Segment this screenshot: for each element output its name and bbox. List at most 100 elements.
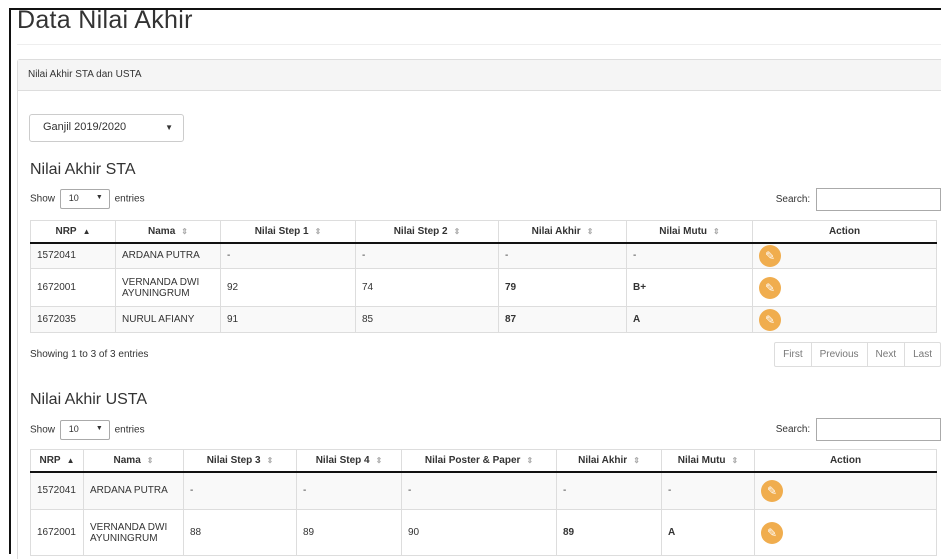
usta-col-action: Action <box>754 449 937 473</box>
cell-nrp: 1672001 <box>30 509 84 556</box>
edit-pencil-icon[interactable]: ✎ <box>761 479 783 502</box>
sort-icon: ⇕ <box>453 226 461 236</box>
cell-action: ✎ <box>752 306 937 333</box>
cell-action: ✎ <box>754 471 937 510</box>
sta-col-mutu[interactable]: Nilai Mutu ⇕ <box>626 220 753 244</box>
sort-icon: ⇕ <box>586 226 594 236</box>
cell-step2: - <box>355 242 499 269</box>
usta-entries-select[interactable]: 10 ▼ <box>59 420 110 440</box>
cell-mutu: - <box>626 242 753 269</box>
panel-heading: Nilai Akhir STA dan USTA <box>18 60 941 91</box>
sort-asc-icon: ▲ <box>66 455 75 465</box>
usta-section-title: Nilai Akhir USTA <box>30 391 148 408</box>
usta-col-poster[interactable]: Nilai Poster & Paper ⇕ <box>401 449 557 473</box>
cell-nrp: 1572041 <box>30 471 84 510</box>
sort-icon: ⇕ <box>633 455 640 465</box>
sta-col-step1[interactable]: Nilai Step 1 ⇕ <box>220 220 356 244</box>
cell-step3: 88 <box>183 509 297 556</box>
cell-mutu: A <box>661 509 755 556</box>
edit-pencil-icon[interactable]: ✎ <box>759 308 781 331</box>
pager-next-button[interactable]: Next <box>866 343 905 366</box>
sta-search-control: Search: <box>776 188 941 211</box>
cell-step3: - <box>183 471 297 510</box>
window-frame-left <box>9 8 11 554</box>
table-row: 1572041 ARDANA PUTRA - - - - - ✎ <box>30 471 937 510</box>
semester-select-value: Ganjil 2019/2020 <box>43 121 127 133</box>
table-row: 1672035 NURUL AFIANY 91 85 87 A ✎ <box>30 306 937 333</box>
usta-col-akhir[interactable]: Nilai Akhir ⇕ <box>556 449 662 473</box>
semester-select[interactable]: Ganjil 2019/2020 ▼ <box>29 114 184 142</box>
usta-col-mutu[interactable]: Nilai Mutu ⇕ <box>661 449 755 473</box>
table-row: 1572041 ARDANA PUTRA - - - - ✎ <box>30 242 937 269</box>
sta-table-info: Showing 1 to 3 of 3 entries <box>30 349 149 360</box>
cell-akhir: 87 <box>498 306 627 333</box>
sort-asc-icon: ▲ <box>82 226 91 236</box>
sort-icon: ⇕ <box>731 455 739 465</box>
cell-mutu: - <box>661 471 755 510</box>
cell-nrp: 1572041 <box>30 242 116 269</box>
sta-col-action: Action <box>752 220 937 244</box>
cell-step4: 89 <box>296 509 402 556</box>
usta-search-input[interactable] <box>816 418 941 441</box>
sta-pagination: First Previous Next Last <box>774 342 941 367</box>
pager-previous-button[interactable]: Previous <box>810 343 867 366</box>
sta-col-nrp[interactable]: NRP ▲ <box>30 220 116 244</box>
pager-last-button[interactable]: Last <box>904 343 940 366</box>
usta-entries-value: 10 <box>68 424 79 434</box>
cell-action: ✎ <box>752 268 937 307</box>
sta-col-step2[interactable]: Nilai Step 2 ⇕ <box>355 220 499 244</box>
cell-step2: 85 <box>355 306 499 333</box>
title-divider <box>17 44 941 45</box>
cell-akhir: - <box>556 471 662 510</box>
cell-poster: 90 <box>401 509 557 556</box>
chevron-down-icon: ▼ <box>165 123 173 132</box>
usta-col-step4[interactable]: Nilai Step 4 ⇕ <box>296 449 402 473</box>
sta-entries-value: 10 <box>68 193 79 203</box>
sort-icon: ⇕ <box>266 455 274 465</box>
sta-col-nama[interactable]: Nama ⇕ <box>115 220 221 244</box>
sta-entries-label: entries <box>114 193 145 205</box>
sta-section-title: Nilai Akhir STA <box>30 161 136 178</box>
cell-poster: - <box>401 471 557 510</box>
sort-icon: ⇕ <box>314 226 322 236</box>
cell-step1: 91 <box>220 306 356 333</box>
cell-mutu: B+ <box>626 268 753 307</box>
sta-show-label: Show <box>30 193 56 205</box>
usta-header-row: NRP ▲ Nama ⇕ Nilai Step 3 ⇕ Nilai Step 4 ⇕ N… <box>30 449 937 473</box>
page-title: Data Nilai Akhir <box>17 6 193 34</box>
sta-search-input[interactable] <box>816 188 941 211</box>
usta-col-step3[interactable]: Nilai Step 3 ⇕ <box>183 449 297 473</box>
sta-search-label: Search: <box>775 194 811 206</box>
table-row: 1672001 VERNANDA DWI AYUNINGRUM 92 74 79… <box>30 268 937 307</box>
cell-nama: ARDANA PUTRA <box>83 471 184 510</box>
cell-mutu: A <box>626 306 753 333</box>
cell-nama: VERNANDA DWI AYUNINGRUM <box>83 509 184 556</box>
pager-first-button[interactable]: First <box>775 343 810 366</box>
sta-col-akhir[interactable]: Nilai Akhir ⇕ <box>498 220 627 244</box>
edit-pencil-icon[interactable]: ✎ <box>759 244 781 267</box>
usta-table: NRP ▲ Nama ⇕ Nilai Step 3 ⇕ Nilai Step 4 ⇕ N… <box>30 449 937 556</box>
cell-step1: - <box>220 242 356 269</box>
edit-pencil-icon[interactable]: ✎ <box>759 276 781 299</box>
sort-icon: ⇕ <box>146 455 154 465</box>
sort-icon: ⇕ <box>526 455 534 465</box>
table-row: 1672001 VERNANDA DWI AYUNINGRUM 88 89 90… <box>30 509 937 556</box>
usta-col-nrp[interactable]: NRP ▲ <box>30 449 84 473</box>
edit-pencil-icon[interactable]: ✎ <box>761 521 783 544</box>
cell-nrp: 1672035 <box>30 306 116 333</box>
cell-nama: VERNANDA DWI AYUNINGRUM <box>115 268 221 307</box>
usta-col-nama[interactable]: Nama ⇕ <box>83 449 184 473</box>
chevron-down-icon: ▼ <box>95 425 103 432</box>
usta-search-label: Search: <box>775 424 811 436</box>
sta-header-row: NRP ▲ Nama ⇕ Nilai Step 1 ⇕ Nilai Step 2 ⇕ N… <box>30 220 937 244</box>
usta-entries-label: entries <box>114 424 145 436</box>
sort-icon: ⇕ <box>375 455 383 465</box>
cell-action: ✎ <box>754 509 937 556</box>
chevron-down-icon: ▼ <box>95 194 103 201</box>
sort-icon: ⇕ <box>181 226 188 236</box>
cell-action: ✎ <box>752 242 937 269</box>
sta-entries-select[interactable]: 10 ▼ <box>59 189 110 209</box>
cell-nama: ARDANA PUTRA <box>115 242 221 269</box>
cell-step2: 74 <box>355 268 499 307</box>
cell-step4: - <box>296 471 402 510</box>
